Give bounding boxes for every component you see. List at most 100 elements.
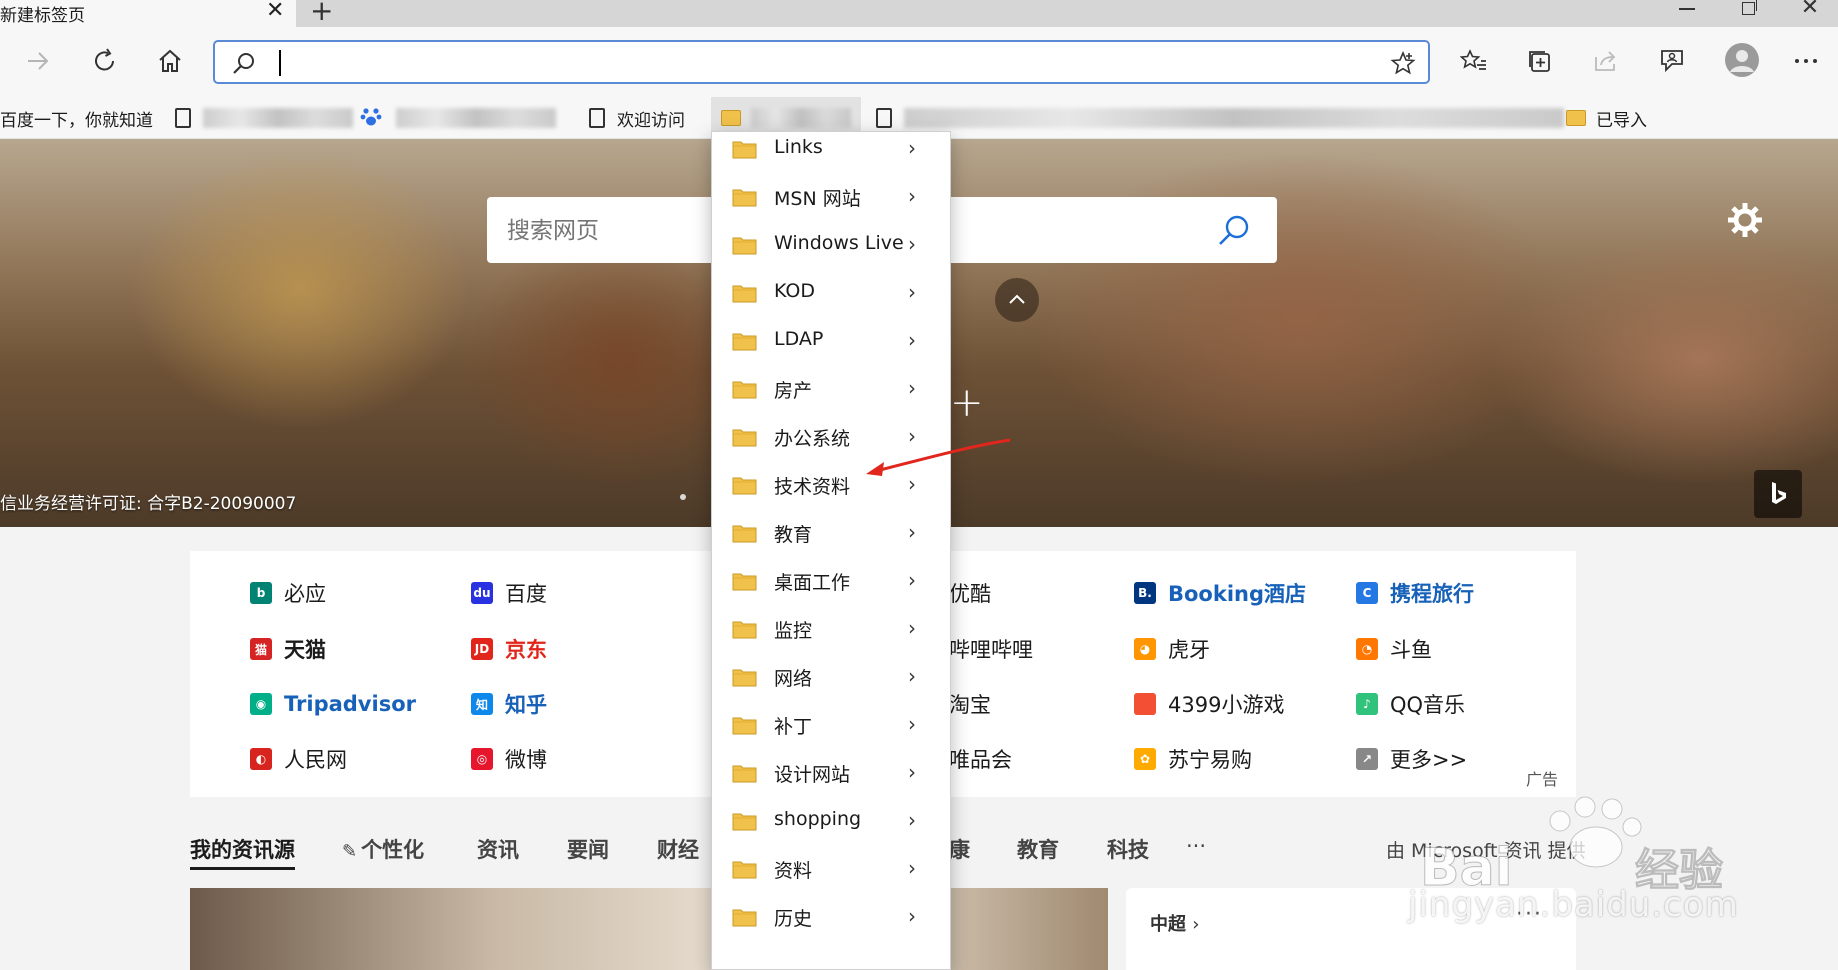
- collections-icon[interactable]: [1524, 45, 1556, 77]
- blurred-label: [396, 108, 556, 128]
- folder-icon: [732, 333, 757, 351]
- folder-menu-item[interactable]: Links ›: [712, 132, 950, 173]
- folder-icon: [732, 141, 757, 159]
- tab-finance[interactable]: 财经: [657, 834, 699, 864]
- quick-link[interactable]: ✿ 苏宁易购: [1134, 744, 1252, 774]
- quick-link[interactable]: 猫天猫: [250, 634, 326, 664]
- quick-link[interactable]: ◔ 斗鱼: [1356, 634, 1432, 664]
- folder-menu-item[interactable]: 设计网站 ›: [712, 749, 950, 797]
- tab-new-tab[interactable]: 新建标签页 ✕: [0, 0, 296, 27]
- site-logo-icon: ↗: [1356, 748, 1378, 770]
- quick-link[interactable]: ↗ 更多>>: [1356, 744, 1467, 774]
- quick-link-label: 淘宝: [949, 693, 991, 717]
- site-logo-icon: C: [1356, 582, 1378, 604]
- new-tab-button[interactable]: +: [310, 0, 333, 25]
- browser-toolbar: [0, 27, 1838, 97]
- folder-icon: [732, 381, 757, 399]
- tab-technology[interactable]: 科技: [1107, 834, 1149, 864]
- folder-menu-label: shopping: [774, 808, 862, 830]
- folder-menu-item[interactable]: LDAP ›: [712, 317, 950, 365]
- quick-link[interactable]: 知知乎: [471, 689, 547, 719]
- quick-link-label: 人民网: [284, 748, 347, 772]
- pencil-icon: ✎: [342, 841, 358, 862]
- chevron-right-icon: ›: [908, 136, 916, 160]
- folder-icon: [732, 861, 757, 879]
- tab-close-icon[interactable]: ✕: [266, 0, 284, 22]
- quick-link[interactable]: JD 京东: [471, 634, 547, 664]
- quick-link-label: 微博: [505, 748, 547, 772]
- folder-menu-item[interactable]: 历史 ›: [712, 893, 950, 941]
- quick-link[interactable]: B. Booking酒店: [1134, 578, 1306, 608]
- quick-link[interactable]: ◕ 虎牙: [1134, 634, 1210, 664]
- folder-menu-item[interactable]: 监控 ›: [712, 605, 950, 653]
- blurred-label: [904, 108, 1564, 128]
- tab-personalize[interactable]: ✎ 个性化: [342, 834, 424, 864]
- favorite-blurred-1[interactable]: [175, 97, 353, 139]
- home-icon[interactable]: [154, 45, 186, 77]
- restore-icon[interactable]: [1728, 0, 1768, 20]
- search-icon[interactable]: [1213, 211, 1253, 251]
- tab-health[interactable]: 康: [949, 834, 970, 864]
- folder-icon: [1566, 110, 1586, 126]
- favorites-icon[interactable]: [1458, 45, 1490, 77]
- folder-menu-label: Windows Live: [774, 232, 904, 254]
- favorite-imported-folder[interactable]: 已导入: [1566, 97, 1647, 139]
- quick-link-label: 苏宁易购: [1168, 748, 1252, 772]
- tab-more-icon[interactable]: ···: [1186, 834, 1206, 858]
- favorite-blurred-3[interactable]: [876, 97, 1564, 139]
- folder-menu-item[interactable]: KOD ›: [712, 269, 950, 317]
- forward-icon[interactable]: [22, 45, 54, 77]
- profile-avatar-icon[interactable]: [1724, 42, 1760, 78]
- favorite-welcome[interactable]: 欢迎访问: [589, 97, 685, 139]
- window-close-icon[interactable]: ✕: [1790, 0, 1830, 20]
- site-logo-icon: ♪: [1356, 693, 1378, 715]
- folder-menu-item[interactable]: 网络 ›: [712, 653, 950, 701]
- folder-menu-item[interactable]: 补丁 ›: [712, 701, 950, 749]
- carousel-dot[interactable]: [680, 494, 686, 500]
- quick-link[interactable]: ♪ QQ音乐: [1356, 689, 1465, 719]
- bing-logo-icon[interactable]: [1754, 470, 1802, 518]
- feedback-icon[interactable]: [1656, 45, 1688, 77]
- folder-icon: [732, 717, 757, 735]
- tab-strip: 新建标签页 ✕ + ✕: [0, 0, 1838, 27]
- site-logo-icon: 知: [471, 693, 493, 715]
- folder-menu-label: 房产: [774, 380, 813, 402]
- folder-menu-item[interactable]: 教育 ›: [712, 509, 950, 557]
- collapse-chevron-icon[interactable]: [995, 278, 1039, 322]
- folder-menu-label: 监控: [774, 620, 813, 642]
- share-icon[interactable]: [1590, 45, 1622, 77]
- folder-menu-item[interactable]: MSN 网站 ›: [712, 173, 950, 221]
- folder-menu-item[interactable]: 桌面工作 ›: [712, 557, 950, 605]
- tab-my-feed[interactable]: 我的资讯源: [190, 834, 295, 870]
- powered-by: 由 Microsoft 资讯 提供: [1386, 840, 1586, 862]
- quick-link[interactable]: C 携程旅行: [1356, 578, 1474, 608]
- folder-menu-item[interactable]: shopping ›: [712, 797, 950, 845]
- quick-link[interactable]: du 百度: [471, 578, 547, 608]
- favorite-blurred-2[interactable]: [360, 97, 556, 139]
- address-bar[interactable]: [213, 40, 1430, 84]
- chevron-right-icon: ›: [908, 760, 916, 784]
- tab-education[interactable]: 教育: [1017, 834, 1059, 864]
- quick-link[interactable]: ◉ Tripadvisor: [250, 689, 416, 719]
- quick-link[interactable]: 4399小游戏: [1134, 689, 1284, 719]
- tab-headlines[interactable]: 要闻: [567, 834, 609, 864]
- gear-icon[interactable]: [1726, 201, 1764, 239]
- add-favorite-star-icon[interactable]: [1390, 50, 1416, 80]
- minimize-icon[interactable]: [1667, 0, 1707, 20]
- quick-link[interactable]: b 必应: [250, 578, 326, 608]
- favorite-baidu[interactable]: 百度一下，你就知道: [0, 97, 153, 139]
- address-input[interactable]: [275, 48, 1365, 76]
- quick-link[interactable]: ◎ 微博: [471, 744, 547, 774]
- folder-menu-item[interactable]: 房产 ›: [712, 365, 950, 413]
- tab-news[interactable]: 资讯: [477, 834, 519, 864]
- refresh-icon[interactable]: [89, 45, 121, 77]
- more-menu-icon[interactable]: [1790, 45, 1822, 77]
- folder-menu-label: 技术资料: [774, 476, 851, 498]
- folder-menu-item[interactable]: 资料 ›: [712, 845, 950, 893]
- folder-menu-item[interactable]: Windows Live ›: [712, 221, 950, 269]
- favorite-label: 百度一下，你就知道: [0, 110, 153, 131]
- folder-menu-label: 办公系统: [774, 428, 851, 450]
- news-card-image[interactable]: [190, 888, 1108, 970]
- quick-link[interactable]: ◐ 人民网: [250, 744, 347, 774]
- folder-icon: [732, 189, 757, 207]
